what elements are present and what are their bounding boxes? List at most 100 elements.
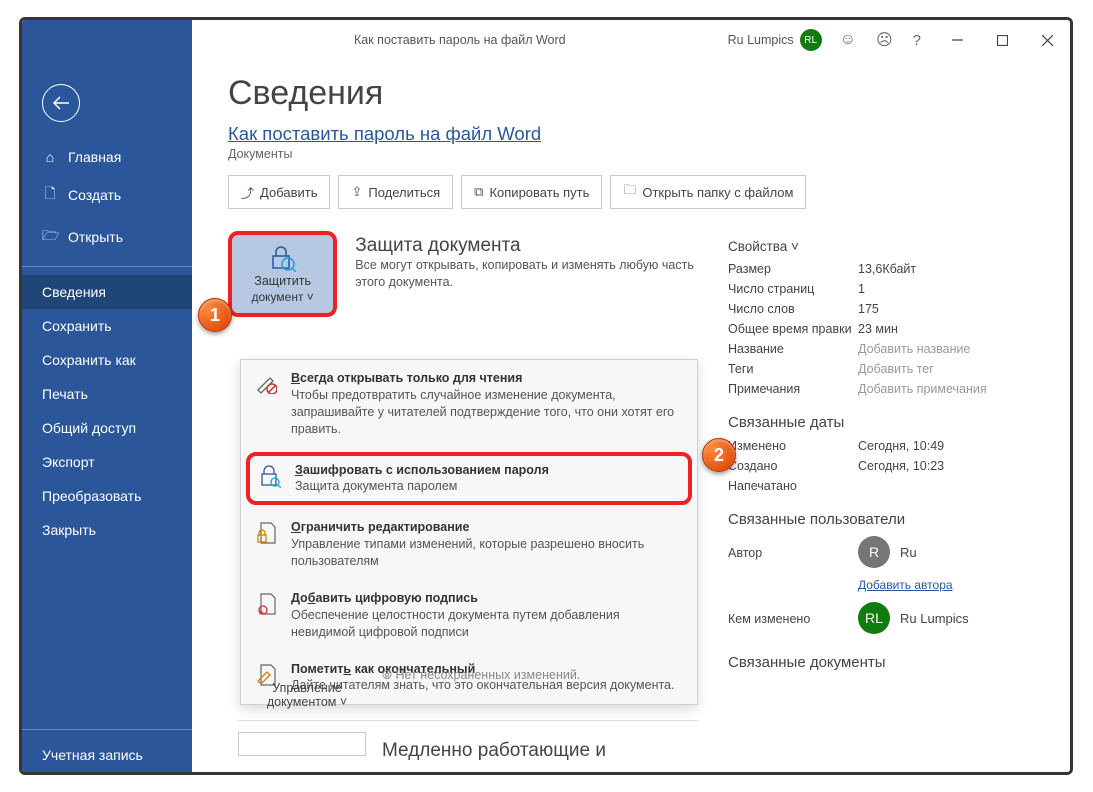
menu-title-restrict: Ограничить редактирование — [291, 519, 683, 536]
prop-val-pages: 1 — [858, 282, 865, 296]
menu-title-encrypt: Зашифровать с использованием пароля — [295, 462, 549, 479]
prop-key-edittime: Общее время правки — [728, 322, 858, 336]
menu-item-readonly[interactable]: Всегда открывать только для чтения Чтобы… — [241, 360, 697, 448]
properties-heading[interactable]: Свойства ˅ — [728, 239, 1040, 254]
related-documents-heading: Связанные документы — [728, 654, 1040, 671]
tile-label-2: документ — [251, 290, 303, 304]
folder-icon: 🗀 — [623, 181, 636, 203]
manage-document-tile[interactable]: Управление документом ˅ — [238, 668, 376, 722]
related-dates-heading: Связанные даты — [728, 414, 1040, 431]
placeholder-tile[interactable] — [238, 732, 366, 756]
prop-key-comments: Примечания — [728, 382, 858, 396]
maximize-button[interactable] — [980, 20, 1025, 60]
add-author-link[interactable]: Добавить автора — [858, 578, 953, 592]
lock-icon — [257, 462, 283, 496]
related-people-heading: Связанные пользователи — [728, 511, 1040, 528]
sidebar-item-saveas[interactable]: Сохранить как — [22, 343, 192, 377]
share-icon: ⇪ — [351, 184, 362, 200]
sidebar-item-info[interactable]: Сведения — [22, 275, 192, 309]
minimize-button[interactable] — [935, 20, 980, 60]
copy-path-button[interactable]: ⧉ Копировать путь — [461, 175, 602, 209]
sidebar-label: Создать — [68, 187, 121, 203]
sidebar-label: Экспорт — [42, 454, 95, 470]
menu-desc-signature: Обеспечение целостности документа путем … — [291, 607, 683, 641]
title-bar-accent — [22, 20, 192, 60]
protect-document-menu: Всегда открывать только для чтения Чтобы… — [240, 359, 698, 705]
people-key-lastmod: Кем изменено — [728, 612, 858, 626]
sidebar-label: Сохранить как — [42, 352, 136, 368]
menu-title-signature: Добавить цифровую подпись — [291, 590, 683, 607]
sidebar-item-transform[interactable]: Преобразовать — [22, 479, 192, 513]
sidebar-label: Печать — [42, 386, 88, 402]
home-icon: ⌂ — [42, 149, 58, 165]
upload-icon: ⤴ — [241, 183, 254, 202]
prop-ph-title[interactable]: Добавить название — [858, 342, 970, 356]
manage-label-1: Управление — [272, 681, 342, 695]
sidebar-label: Открыть — [68, 229, 123, 245]
date-key-created: Создано — [728, 459, 858, 473]
date-key-modified: Изменено — [728, 439, 858, 453]
user-avatar-icon: RL — [800, 29, 822, 51]
menu-item-restrict[interactable]: Ограничить редактирование Управление тип… — [241, 509, 697, 580]
sidebar-item-close[interactable]: Закрыть — [22, 513, 192, 547]
share-button[interactable]: ⇪ Поделиться — [338, 175, 453, 209]
window-title: Как поставить пароль на файл Word — [192, 33, 728, 47]
close-button[interactable] — [1025, 20, 1070, 60]
document-icon: 🗋 — [42, 183, 58, 207]
menu-item-signature[interactable]: Добавить цифровую подпись Обеспечение це… — [241, 580, 697, 651]
sidebar-item-open[interactable]: 🗁 Открыть — [22, 216, 192, 258]
readonly-icon — [253, 370, 279, 438]
backstage-sidebar: ⌂ Главная 🗋 Создать 🗁 Открыть Сведения С… — [22, 60, 192, 772]
prop-val-size: 13,6Кбайт — [858, 262, 916, 276]
button-label: Копировать путь — [489, 185, 589, 200]
button-label: Открыть папку с файлом — [642, 185, 793, 200]
prop-key-tags: Теги — [728, 362, 858, 376]
lastmod-avatar-icon: RL — [858, 602, 890, 634]
button-label: Добавить — [260, 185, 317, 200]
people-key-author: Автор — [728, 546, 858, 560]
action-bar: ⤴ Добавить ⇪ Поделиться ⧉ Копировать пут… — [228, 175, 1040, 209]
tile-label-1: Защитить — [254, 274, 311, 288]
prop-ph-comments[interactable]: Добавить примечания — [858, 382, 987, 396]
date-key-printed: Напечатано — [728, 479, 858, 493]
manage-label-2: документом — [267, 695, 337, 709]
prop-key-title: Название — [728, 342, 858, 356]
sidebar-item-new[interactable]: 🗋 Создать — [22, 174, 192, 216]
sidebar-label: Закрыть — [42, 522, 96, 538]
menu-item-encrypt[interactable]: Зашифровать с использованием пароля Защи… — [246, 452, 692, 506]
author-avatar-icon: R — [858, 536, 890, 568]
sidebar-label: Преобразовать — [42, 488, 141, 504]
open-folder-button[interactable]: 🗀 Открыть папку с файлом — [610, 175, 806, 209]
protect-document-tile[interactable]: Защитить документ ˅ — [228, 231, 337, 317]
annotation-marker-2: 2 — [702, 438, 736, 472]
prop-key-size: Размер — [728, 262, 858, 276]
document-location: Документы — [228, 147, 1040, 161]
performance-heading: Медленно работающие и — [382, 740, 606, 762]
add-button[interactable]: ⤴ Добавить — [228, 175, 330, 209]
help-icon[interactable]: ? — [913, 32, 921, 49]
sidebar-item-save[interactable]: Сохранить — [22, 309, 192, 343]
sidebar-item-share[interactable]: Общий доступ — [22, 411, 192, 445]
lock-shield-icon — [268, 244, 298, 272]
sidebar-label: Сохранить — [42, 318, 112, 334]
protect-section-desc: Все могут открывать, копировать и изменя… — [355, 257, 698, 291]
signature-icon — [253, 590, 279, 641]
prop-key-pages: Число страниц — [728, 282, 858, 296]
sidebar-label: Общий доступ — [42, 420, 136, 436]
date-val-created: Сегодня, 10:23 — [858, 459, 944, 473]
sidebar-item-print[interactable]: Печать — [22, 377, 192, 411]
smiley-icon[interactable]: ☺ — [840, 31, 856, 49]
prop-val-edittime: 23 мин — [858, 322, 898, 336]
author-name: Ru — [900, 545, 917, 560]
sidebar-item-home[interactable]: ⌂ Главная — [22, 140, 192, 174]
back-button[interactable] — [42, 84, 80, 122]
sidebar-item-account[interactable]: Учетная запись — [22, 738, 192, 772]
prop-key-words: Число слов — [728, 302, 858, 316]
prop-ph-tags[interactable]: Добавить тег — [858, 362, 934, 376]
button-label: Поделиться — [368, 185, 440, 200]
sidebar-item-export[interactable]: Экспорт — [22, 445, 192, 479]
document-title-link[interactable]: Как поставить пароль на файл Word — [228, 123, 1040, 145]
menu-desc-encrypt: Защита документа паролем — [295, 478, 549, 495]
user-account-button[interactable]: Ru Lumpics RL — [728, 29, 826, 51]
frown-icon[interactable]: ☹ — [876, 30, 893, 50]
